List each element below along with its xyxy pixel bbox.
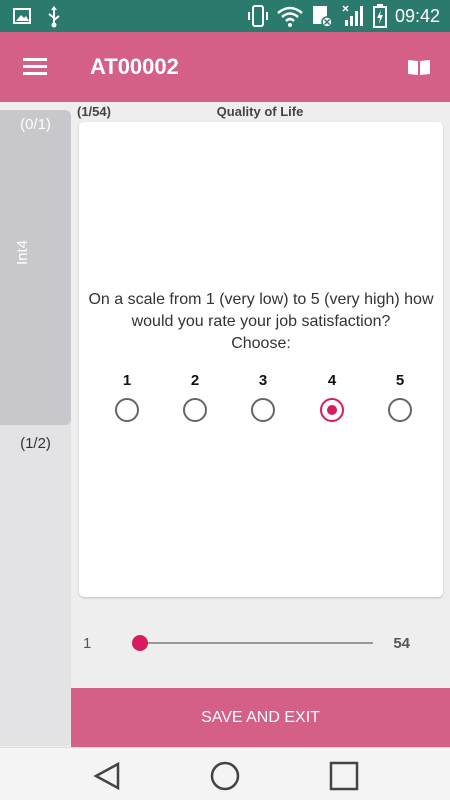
usb-icon xyxy=(48,6,60,28)
recents-button[interactable] xyxy=(328,760,360,792)
slider-max-label: 54 xyxy=(393,635,410,652)
option-label: 5 xyxy=(395,372,405,389)
question-progress: (1/54) xyxy=(77,104,111,119)
radio-button[interactable] xyxy=(388,398,412,422)
book-icon xyxy=(408,60,430,75)
option-label: 3 xyxy=(258,372,268,389)
sim-error-icon xyxy=(312,6,333,28)
slider-min-label: 1 xyxy=(83,635,92,652)
app-title: AT00002 xyxy=(90,54,179,79)
option-label: 4 xyxy=(327,372,337,389)
question-text: On a scale from 1 (very low) to 5 (very … xyxy=(88,291,434,330)
battery-charging-icon xyxy=(372,4,387,28)
option-4[interactable]: 4 xyxy=(312,370,352,422)
choose-prompt: Choose: xyxy=(231,335,291,352)
home-button[interactable] xyxy=(209,760,241,792)
slider-thumb[interactable] xyxy=(132,635,148,651)
signal-icon xyxy=(342,5,363,26)
menu-button[interactable] xyxy=(20,54,50,80)
save-and-exit-button[interactable]: SAVE AND EXIT xyxy=(71,688,450,747)
question-slider: 1 54 xyxy=(77,630,443,658)
image-icon xyxy=(13,8,31,24)
option-label: 2 xyxy=(190,372,200,389)
navigation-bar xyxy=(0,747,450,800)
menu-icon xyxy=(23,58,47,75)
recents-icon xyxy=(329,761,359,791)
side-tab-int4[interactable]: (0/1) Int4 xyxy=(0,110,71,425)
section-title: Quality of Life xyxy=(216,104,304,119)
vibrate-icon xyxy=(247,5,268,27)
slider-track[interactable] xyxy=(132,635,373,651)
option-3[interactable]: 3 xyxy=(243,370,283,422)
home-icon xyxy=(210,761,240,791)
app-bar: AT00002 xyxy=(0,32,450,102)
back-icon xyxy=(93,761,120,791)
radio-button[interactable] xyxy=(251,398,275,422)
back-button[interactable] xyxy=(92,760,124,792)
group-count: (1/2) xyxy=(20,435,51,452)
option-5[interactable]: 5 xyxy=(380,370,420,422)
status-bar: 09:42 xyxy=(0,0,450,32)
radio-button[interactable] xyxy=(115,398,139,422)
option-label: 1 xyxy=(122,372,132,389)
option-1[interactable]: 1 xyxy=(107,370,147,422)
question-card: On a scale from 1 (very low) to 5 (very … xyxy=(79,122,443,597)
side-tab-label: Int4 xyxy=(14,239,31,265)
question-header: Quality of Life (1/54) xyxy=(77,104,443,120)
book-button[interactable] xyxy=(406,54,432,80)
wifi-icon xyxy=(277,6,303,27)
radio-button[interactable] xyxy=(183,398,207,422)
status-time: 09:42 xyxy=(394,5,440,26)
radio-button-selected[interactable] xyxy=(320,398,344,422)
side-tab-count: (0/1) xyxy=(20,116,51,133)
side-panel: (0/1) Int4 (1/2) xyxy=(0,110,71,746)
option-2[interactable]: 2 xyxy=(175,370,215,422)
